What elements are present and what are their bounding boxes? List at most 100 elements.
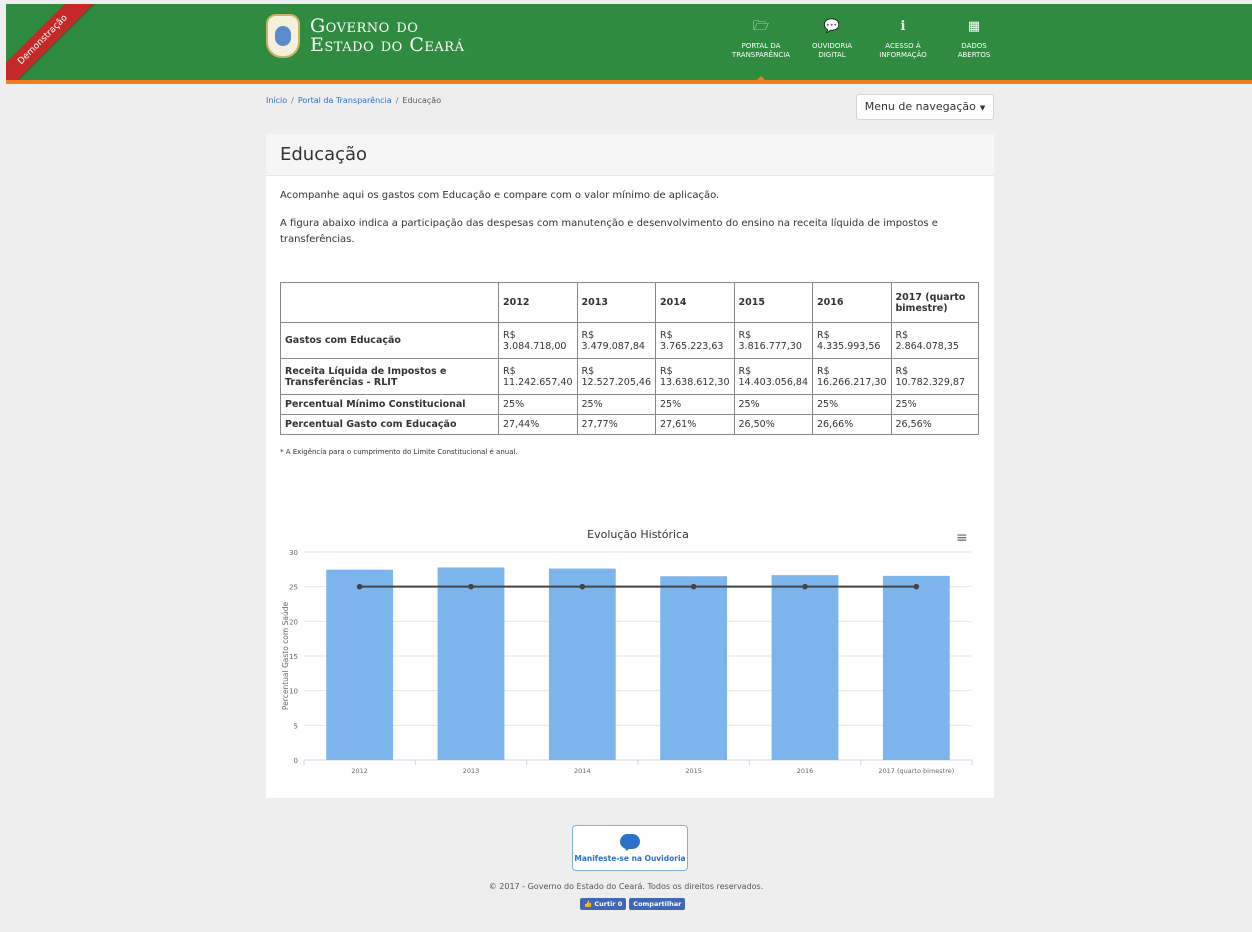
nav-label-line1: PORTAL DA: [741, 42, 781, 50]
site-header: Demonstração Governo do Estado do Ceará …: [6, 4, 1252, 84]
state-crest-icon: [266, 14, 300, 58]
line-point: [468, 583, 474, 590]
x-tick-label: 2013: [463, 767, 480, 775]
facebook-like-button[interactable]: 👍 Curtir 0: [580, 898, 627, 910]
table-cell: R$ 16.266.217,30: [812, 358, 892, 395]
social-buttons: 👍 Curtir 0 Compartilhar: [580, 898, 688, 910]
nav-label-line2: ABERTOS: [957, 51, 991, 59]
header-accent-line: [6, 80, 1252, 84]
line-point: [802, 583, 808, 590]
table-cell: R$ 12.527.205,46: [576, 358, 656, 395]
nav-ouvidoria-digital[interactable]: 💬 OUVIDORIA DIGITAL: [797, 18, 867, 60]
copyright-text: © 2017 - Governo do Estado do Ceará. Tod…: [488, 882, 764, 891]
table-header-cell: 2012: [498, 282, 578, 323]
like-label: Curtir 0: [594, 900, 623, 908]
table-header-cell: 2016: [812, 282, 892, 323]
breadcrumb-portal[interactable]: Portal da Transparência: [298, 96, 392, 105]
table-row: Percentual Gasto com Educação 27,44% 27,…: [280, 414, 979, 435]
nav-acesso-informacao[interactable]: ℹ ACESSO À INFORMAÇÃO: [868, 18, 938, 60]
breadcrumb-home[interactable]: Início: [266, 96, 287, 105]
table-header-cell: 2014: [655, 282, 735, 323]
table-cell: 27,77%: [576, 414, 656, 435]
chat-bubble-icon: 💬: [823, 19, 841, 34]
brand-text: Governo do Estado do Ceará: [310, 17, 464, 55]
y-tick-label: 15: [289, 653, 298, 661]
x-tick-label: 2017 (quarto bimestre): [878, 767, 954, 775]
table-cell: 25%: [812, 394, 892, 415]
facebook-share-button[interactable]: Compartilhar: [629, 898, 686, 910]
table-cell: R$ 13.638.612,30: [655, 358, 735, 395]
bar: [771, 575, 839, 760]
nav-label-line1: DADOS: [961, 42, 987, 50]
navigation-menu-label: Menu de navegação: [864, 100, 976, 113]
bar: [326, 569, 394, 760]
nav-dados-abertos[interactable]: ▦ DADOS ABERTOS: [939, 18, 1009, 60]
info-icon: ℹ: [900, 19, 906, 34]
table-row: Percentual Mínimo Constitucional 25% 25%…: [280, 394, 979, 415]
nav-portal-transparencia[interactable]: 🗁 PORTAL DA TRANSPARÊNCIA: [726, 18, 796, 83]
navigation-menu-dropdown[interactable]: Menu de navegação ▼: [856, 94, 994, 120]
table-cell: 27,61%: [655, 414, 735, 435]
nav-label-line1: OUVIDORIA: [811, 42, 853, 50]
bar: [882, 575, 950, 760]
chat-bubble-icon: [620, 834, 640, 851]
row-label: Gastos com Educação: [280, 322, 499, 359]
table-cell: 26,66%: [812, 414, 892, 435]
y-axis-label: Percentual Gasto com Saúde: [281, 602, 290, 711]
table-header-cell: [280, 282, 499, 323]
grid-icon: ▦: [967, 19, 981, 34]
history-chart: Evolução Histórica 0 5 10 15 20 25 30 Percentual…: [281, 528, 973, 775]
table-cell: R$ 4.335.993,56: [812, 322, 892, 359]
table-footnote: * A Exigência para o cumprimento do Limi…: [280, 448, 518, 456]
table-cell: 25%: [576, 394, 656, 415]
table-cell: 25%: [655, 394, 735, 415]
table-cell: 27,44%: [498, 414, 578, 435]
table-header-cell: 2017 (quarto bimestre): [890, 282, 979, 323]
nav-label-line2: DIGITAL: [818, 51, 846, 59]
y-tick-label: 0: [294, 757, 298, 765]
table-cell: 26,50%: [733, 414, 813, 435]
table-cell: R$ 3.765.223,63: [655, 322, 735, 359]
chart-menu-icon[interactable]: ≡: [956, 530, 968, 546]
chart-title: Evolução Histórica: [587, 528, 689, 541]
top-nav: 🗁 PORTAL DA TRANSPARÊNCIA 💬 OUVIDORIA DI…: [726, 18, 1010, 83]
intro-text-1: Acompanhe aqui os gastos com Educação e …: [280, 190, 720, 201]
bar: [437, 567, 505, 760]
row-label: Percentual Mínimo Constitucional: [280, 394, 499, 415]
nav-label-line2: INFORMAÇÃO: [879, 51, 927, 59]
table-cell: R$ 14.403.056,84: [733, 358, 813, 395]
breadcrumb-separator: /: [395, 96, 399, 105]
content-panel: Educação Acompanhe aqui os gastos com Ed…: [266, 134, 994, 798]
y-tick-label: 10: [289, 688, 298, 696]
table-cell: R$ 3.479.087,84: [576, 322, 656, 359]
table-cell: R$ 11.242.657,40: [498, 358, 578, 395]
x-tick-label: 2012: [351, 767, 368, 775]
bar: [548, 568, 616, 760]
table-cell: 25%: [890, 394, 979, 415]
breadcrumb-current: Educação: [402, 96, 442, 105]
line-point: [913, 583, 920, 590]
nav-label-line2: TRANSPARÊNCIA: [731, 51, 791, 59]
ouvidoria-label: Manifeste-se na Ouvidoria: [574, 854, 686, 863]
line-point: [356, 583, 363, 590]
ouvidoria-button[interactable]: Manifeste-se na Ouvidoria: [572, 825, 688, 871]
line-point: [579, 583, 586, 590]
y-tick-label: 30: [289, 549, 298, 557]
table-cell: R$ 10.782.329,87: [890, 358, 979, 395]
table-cell: R$ 3.084.718,00: [498, 322, 578, 359]
panel-header: [266, 134, 994, 176]
page-title: Educação: [280, 144, 368, 165]
row-label: Receita Líquida de Impostos e Transferên…: [280, 358, 499, 395]
x-tick-label: 2014: [574, 767, 591, 775]
y-tick-label: 5: [294, 722, 298, 730]
x-tick-label: 2016: [797, 767, 814, 775]
intro-text-2: A figura abaixo indica a participação da…: [280, 218, 938, 245]
brand-logo[interactable]: Governo do Estado do Ceará: [266, 14, 464, 58]
table-header-row: 2012 2013 2014 2015 2016 2017 (quarto bi…: [280, 282, 979, 323]
row-label: Percentual Gasto com Educação: [280, 414, 499, 435]
education-table: 2012 2013 2014 2015 2016 2017 (quarto bi…: [280, 282, 979, 435]
table-cell: R$ 3.816.777,30: [733, 322, 813, 359]
table-header-cell: 2015: [733, 282, 813, 323]
nav-label-line1: ACESSO À: [885, 42, 921, 50]
breadcrumb: Início / Portal da Transparência / Educação: [266, 96, 441, 105]
